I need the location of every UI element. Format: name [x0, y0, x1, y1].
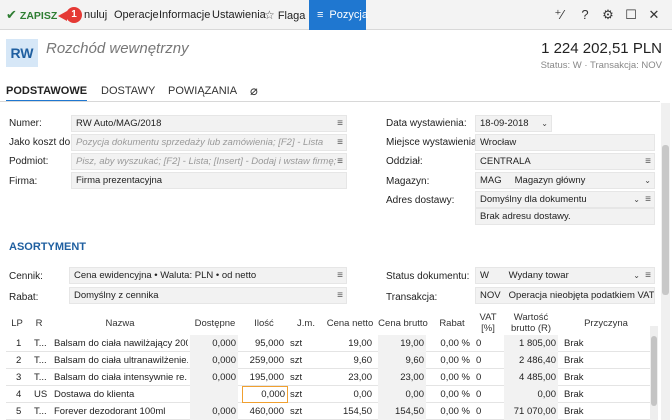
- table-row[interactable]: 3 T... Balsam do ciała intensywnie re...…: [6, 369, 656, 386]
- col-vat[interactable]: VAT [%]: [474, 311, 502, 335]
- table-row[interactable]: 5 T... Forever dezodorant 100ml 0,000 46…: [6, 403, 656, 420]
- quantity-input[interactable]: 0,000: [242, 386, 288, 403]
- oddzial-field[interactable]: CENTRALA ≡: [475, 153, 655, 170]
- col-ilosc[interactable]: Ilość: [240, 311, 288, 335]
- add-person-icon[interactable]: ⁺⁄: [550, 6, 568, 24]
- col-lp[interactable]: LP: [6, 311, 28, 335]
- menu-icon[interactable]: ≡: [337, 116, 343, 131]
- col-nazwa[interactable]: Nazwa: [52, 311, 188, 335]
- numer-field[interactable]: RW Auto/MAG/2018 ≡: [71, 115, 347, 132]
- status-line: Status: W · Transakcja: NOV: [540, 60, 662, 71]
- list-icon: ≡: [317, 9, 324, 21]
- attachment-icon[interactable]: ⌀: [250, 82, 258, 102]
- page-title: Rozchód wewnętrzny: [46, 40, 189, 57]
- tab-dostawy[interactable]: DOSTAWY: [101, 82, 155, 102]
- menu-icon[interactable]: ≡: [337, 288, 343, 303]
- cancel-button[interactable]: nuluj: [84, 0, 107, 30]
- star-icon: ☆: [264, 8, 275, 22]
- operations-menu[interactable]: Operacje: [114, 0, 159, 30]
- koszt-label: Jako koszt do:: [9, 137, 73, 148]
- miejsce-label: Miejsce wystawienia:: [386, 137, 480, 148]
- miejsce-field[interactable]: Wrocław: [475, 134, 655, 151]
- menu-icon[interactable]: ≡: [337, 268, 343, 283]
- data-field[interactable]: 18-09-2018 ⌄: [475, 115, 552, 132]
- status-dok-label: Status dokumentu:: [386, 271, 470, 282]
- step-badge: 1: [66, 7, 82, 23]
- koszt-field[interactable]: Pozycja dokumentu sprzedaży lub zamówien…: [71, 134, 347, 151]
- firma-label: Firma:: [9, 176, 38, 187]
- cennik-field[interactable]: Cena ewidencyjna • Waluta: PLN • od nett…: [69, 267, 347, 284]
- tab-powiazania[interactable]: POWIĄZANIA: [168, 82, 237, 102]
- chevron-down-icon[interactable]: ⌄: [633, 268, 640, 283]
- firma-field[interactable]: Firma prezentacyjna: [71, 172, 347, 189]
- adres-note: Brak adresu dostawy.: [475, 208, 655, 225]
- rabat-label: Rabat:: [9, 292, 39, 303]
- adres-label: Adres dostawy:: [386, 195, 455, 206]
- rabat-field[interactable]: Domyślny z cennika ≡: [69, 287, 347, 304]
- help-icon[interactable]: ?: [576, 6, 594, 24]
- flag-button[interactable]: ☆ Flaga: [264, 0, 305, 30]
- table-row[interactable]: 4 US Dostawa do klienta 0,000 szt 0,00 0…: [6, 386, 656, 403]
- chevron-down-icon[interactable]: ⌄: [633, 192, 640, 207]
- status-dok-field[interactable]: W Wydany towar ⌄ ≡: [475, 267, 655, 284]
- doc-type-badge: RW: [6, 39, 38, 67]
- menu-icon[interactable]: ≡: [645, 268, 651, 283]
- oddzial-label: Oddział:: [386, 156, 423, 167]
- chevron-down-icon[interactable]: ⌄: [644, 173, 651, 188]
- table-row[interactable]: 1 T... Balsam do ciała nawilżający 200..…: [6, 335, 656, 352]
- col-cena-netto[interactable]: Cena netto: [324, 311, 376, 335]
- col-cena-brutto[interactable]: Cena brutto: [378, 311, 428, 335]
- save-button[interactable]: ✔ ZAPISZ: [6, 0, 57, 30]
- gear-icon[interactable]: ⚙: [599, 6, 617, 24]
- adres-field[interactable]: Domyślny dla dokumentu ⌄ ≡: [475, 191, 655, 208]
- cennik-label: Cennik:: [9, 271, 43, 282]
- toolbar: ✔ ZAPISZ 1 nuluj Operacje Informacje Usta…: [0, 0, 672, 30]
- menu-icon[interactable]: ≡: [337, 154, 343, 169]
- transakcja-field[interactable]: NOV Operacja nieobjęta podatkiem VAT: [475, 287, 655, 304]
- chevron-down-icon[interactable]: ⌄: [541, 116, 548, 131]
- table-header: LP R Nazwa Dostępne Ilość J.m. Cena nett…: [6, 311, 656, 335]
- maximize-icon[interactable]: ☐: [622, 6, 640, 24]
- magazyn-label: Magazyn:: [386, 176, 430, 187]
- position-tab[interactable]: ≡ Pozycja: [309, 0, 368, 30]
- col-przyczyna[interactable]: Przyczyna: [562, 311, 650, 335]
- col-rabat[interactable]: Rabat: [430, 311, 474, 335]
- podmiot-field[interactable]: Pisz, aby wyszukać; [F2] - Lista; [Inser…: [71, 153, 347, 170]
- settings-menu[interactable]: Ustawienia: [212, 0, 266, 30]
- col-jm[interactable]: J.m.: [288, 311, 324, 335]
- menu-icon[interactable]: ≡: [337, 135, 343, 150]
- col-wartosc[interactable]: Wartość brutto (R): [504, 311, 558, 335]
- tabs-divider: [0, 101, 660, 102]
- menu-icon[interactable]: ≡: [645, 192, 651, 207]
- page-scrollbar-thumb[interactable]: [662, 145, 669, 295]
- numer-label: Numer:: [9, 118, 42, 129]
- magazyn-field[interactable]: MAG Magazyn główny ⌄: [475, 172, 655, 189]
- check-icon: ✔: [6, 7, 17, 22]
- col-r[interactable]: R: [28, 311, 50, 335]
- total-amount: 1 224 202,51 PLN: [541, 40, 662, 57]
- transakcja-label: Transakcja:: [386, 292, 438, 303]
- close-icon[interactable]: ✕: [645, 6, 663, 24]
- tab-podstawowe[interactable]: PODSTAWOWE: [6, 82, 88, 102]
- table-scrollbar-thumb[interactable]: [651, 336, 657, 406]
- col-dostepne[interactable]: Dostępne: [190, 311, 240, 335]
- asortyment-title: ASORTYMENT: [9, 241, 86, 253]
- info-menu[interactable]: Informacje: [159, 0, 210, 30]
- table-row[interactable]: 2 T... Balsam do ciała ultranawilżenie..…: [6, 352, 656, 369]
- menu-icon[interactable]: ≡: [645, 154, 651, 169]
- podmiot-label: Podmiot:: [9, 156, 49, 167]
- data-label: Data wystawienia:: [386, 118, 467, 129]
